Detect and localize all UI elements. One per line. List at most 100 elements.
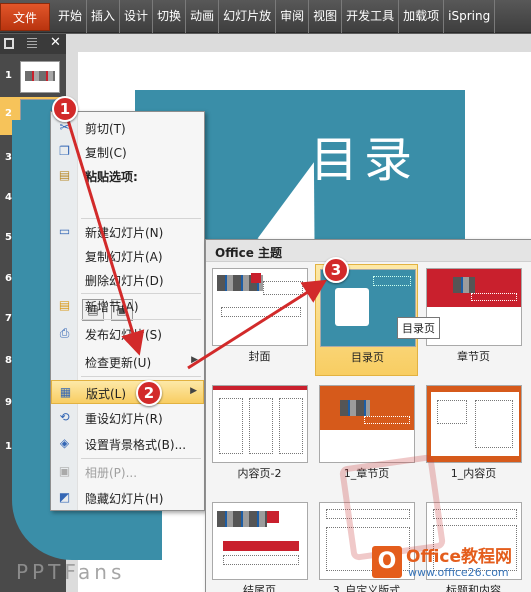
- tab-addins[interactable]: 加载项: [399, 0, 445, 33]
- thumbnail-image: [20, 61, 60, 93]
- slide-number: 9: [5, 397, 12, 408]
- menu-item-label: 重设幻灯片(R): [85, 412, 163, 426]
- menu-item-label: 隐藏幻灯片(H): [85, 492, 164, 506]
- close-icon[interactable]: ✕: [50, 35, 61, 50]
- tab-developer[interactable]: 开发工具: [342, 0, 400, 33]
- menu-item-label: 删除幻灯片(D): [85, 274, 164, 288]
- context-menu: ✂ 剪切(T) ❐ 复制(C) ▤ 粘贴选项: ▤ ▣ ▭ 新建幻灯片(N) 复…: [50, 111, 205, 511]
- layout-preview: [212, 385, 308, 463]
- submenu-arrow-icon: ▶: [191, 355, 198, 365]
- slide-title[interactable]: 目录: [310, 120, 418, 190]
- new-section-icon: ▤: [58, 298, 71, 312]
- layout-preview: [212, 268, 308, 346]
- menu-item-label: 粘贴选项:: [85, 170, 138, 184]
- office-logo-icon: O: [372, 546, 402, 578]
- submenu-arrow-icon: ▶: [190, 386, 197, 396]
- step-3-callout: 3: [323, 257, 349, 283]
- step-1-callout: 1: [52, 96, 78, 122]
- layout-tile-content-1[interactable]: 1_内容页: [422, 381, 525, 493]
- paste-icon: ▤: [58, 168, 71, 182]
- menu-item-label: 新增节(A): [85, 300, 139, 314]
- layout-label: 内容页-2: [237, 467, 282, 480]
- slide-number: 6: [5, 273, 12, 284]
- slide-number: 7: [5, 313, 12, 324]
- menu-item-label: 设置背景格式(B)...: [85, 438, 187, 452]
- layout-label: 章节页: [457, 350, 490, 363]
- ribbon-tab-bar: 文件 开始 插入 设计 切换 动画 幻灯片放 审阅 视图 开发工具 加载项 iS…: [0, 0, 531, 33]
- layout-tile-cover[interactable]: 封面: [208, 264, 311, 376]
- office-tutorial-watermark: O Office教程网 www.office26.com: [372, 540, 531, 592]
- slides-view-icon[interactable]: [4, 38, 14, 49]
- file-tab[interactable]: 文件: [0, 3, 50, 31]
- menu-item-hide-slide[interactable]: ◩ 隐藏幻灯片(H): [51, 486, 204, 510]
- menu-item-label: 相册(P)...: [85, 466, 138, 480]
- tab-review[interactable]: 审阅: [276, 0, 310, 33]
- layout-label: 封面: [248, 350, 271, 363]
- ribbon-tabs: 开始 插入 设计 切换 动画 幻灯片放 审阅 视图 开发工具 加载项 iSpri…: [54, 0, 496, 33]
- menu-item-label: 版式(L): [86, 387, 127, 401]
- menu-item-format-background[interactable]: ◈ 设置背景格式(B)...: [51, 432, 204, 456]
- layout-tile-content-2[interactable]: 内容页-2: [208, 381, 311, 493]
- tab-animations[interactable]: 动画: [186, 0, 220, 33]
- tab-slideshow[interactable]: 幻灯片放: [219, 0, 277, 33]
- menu-item-copy[interactable]: ❐ 复制(C): [51, 140, 204, 164]
- menu-item-cut[interactable]: ✂ 剪切(T): [51, 116, 204, 140]
- background-icon: ◈: [59, 436, 70, 450]
- menu-item-publish-slides[interactable]: ⎙ 发布幻灯片(S): [51, 322, 204, 346]
- menu-separator: [81, 376, 201, 377]
- layout-preview: [426, 268, 522, 346]
- menu-item-label: 新建幻灯片(N): [85, 226, 164, 240]
- layout-label: 结尾页: [243, 584, 276, 592]
- layout-preview: [426, 385, 522, 463]
- menu-item-duplicate-slide[interactable]: 复制幻灯片(A): [51, 244, 204, 268]
- step-2-callout: 2: [136, 380, 162, 406]
- menu-separator: [81, 458, 201, 459]
- publish-icon: ⎙: [59, 326, 70, 340]
- menu-item-check-updates[interactable]: 检查更新(U) ▶: [51, 350, 204, 374]
- layout-tile-ending[interactable]: 结尾页: [208, 498, 311, 592]
- menu-item-label: 发布幻灯片(S): [85, 328, 162, 342]
- new-slide-icon: ▭: [58, 224, 71, 238]
- tab-ispring[interactable]: iSpring: [444, 0, 496, 33]
- pane-header: ✕: [0, 34, 66, 54]
- slide-subtitle[interactable]: Conte: [492, 146, 531, 164]
- menu-item-label: 剪切(T): [85, 122, 126, 136]
- gallery-header: Office 主题: [206, 240, 531, 262]
- reset-icon: ⟲: [59, 410, 70, 424]
- tab-home[interactable]: 开始: [54, 0, 88, 33]
- menu-item-reset-slide[interactable]: ⟲ 重设幻灯片(R): [51, 406, 204, 430]
- menu-item-paste-options: ▤ 粘贴选项:: [51, 164, 204, 188]
- tab-design[interactable]: 设计: [120, 0, 154, 33]
- scissors-icon: ✂: [59, 120, 70, 134]
- layout-icon: ▦: [59, 385, 72, 399]
- slide-number: 3: [5, 152, 12, 163]
- menu-item-layout[interactable]: ▦ 版式(L) ▶: [51, 380, 204, 404]
- menu-item-photo-album: ▣ 相册(P)...: [51, 460, 204, 484]
- menu-item-add-section[interactable]: ▤ 新增节(A): [51, 294, 204, 318]
- copy-icon: ❐: [59, 144, 70, 158]
- tab-insert[interactable]: 插入: [87, 0, 121, 33]
- slide-number: 4: [5, 192, 12, 203]
- site-name: Office教程网: [406, 547, 513, 567]
- layout-tooltip: 目录页: [397, 317, 440, 339]
- menu-item-new-slide[interactable]: ▭ 新建幻灯片(N): [51, 220, 204, 244]
- site-url: www.office26.com: [408, 566, 509, 579]
- slide-thumbnail[interactable]: 1: [0, 59, 66, 97]
- menu-separator: [81, 218, 201, 219]
- slide-number: 8: [5, 355, 12, 366]
- tab-view[interactable]: 视图: [309, 0, 343, 33]
- pptfans-watermark: PPTFans: [16, 560, 126, 584]
- menu-item-label: 复制幻灯片(A): [85, 250, 163, 264]
- menu-item-label: 复制(C): [85, 146, 127, 160]
- layout-preview: [319, 385, 415, 463]
- gallery-title: Office 主题: [215, 246, 283, 260]
- outline-view-icon[interactable]: [27, 38, 37, 49]
- slide-number: 2: [5, 108, 12, 119]
- menu-separator: [81, 319, 201, 320]
- hide-slide-icon: ◩: [58, 490, 71, 504]
- slide-number: 1: [5, 70, 12, 81]
- tab-transitions[interactable]: 切换: [153, 0, 187, 33]
- menu-item-label: 检查更新(U): [85, 356, 152, 370]
- slide-number: 5: [5, 232, 12, 243]
- menu-item-delete-slide[interactable]: 删除幻灯片(D): [51, 268, 204, 292]
